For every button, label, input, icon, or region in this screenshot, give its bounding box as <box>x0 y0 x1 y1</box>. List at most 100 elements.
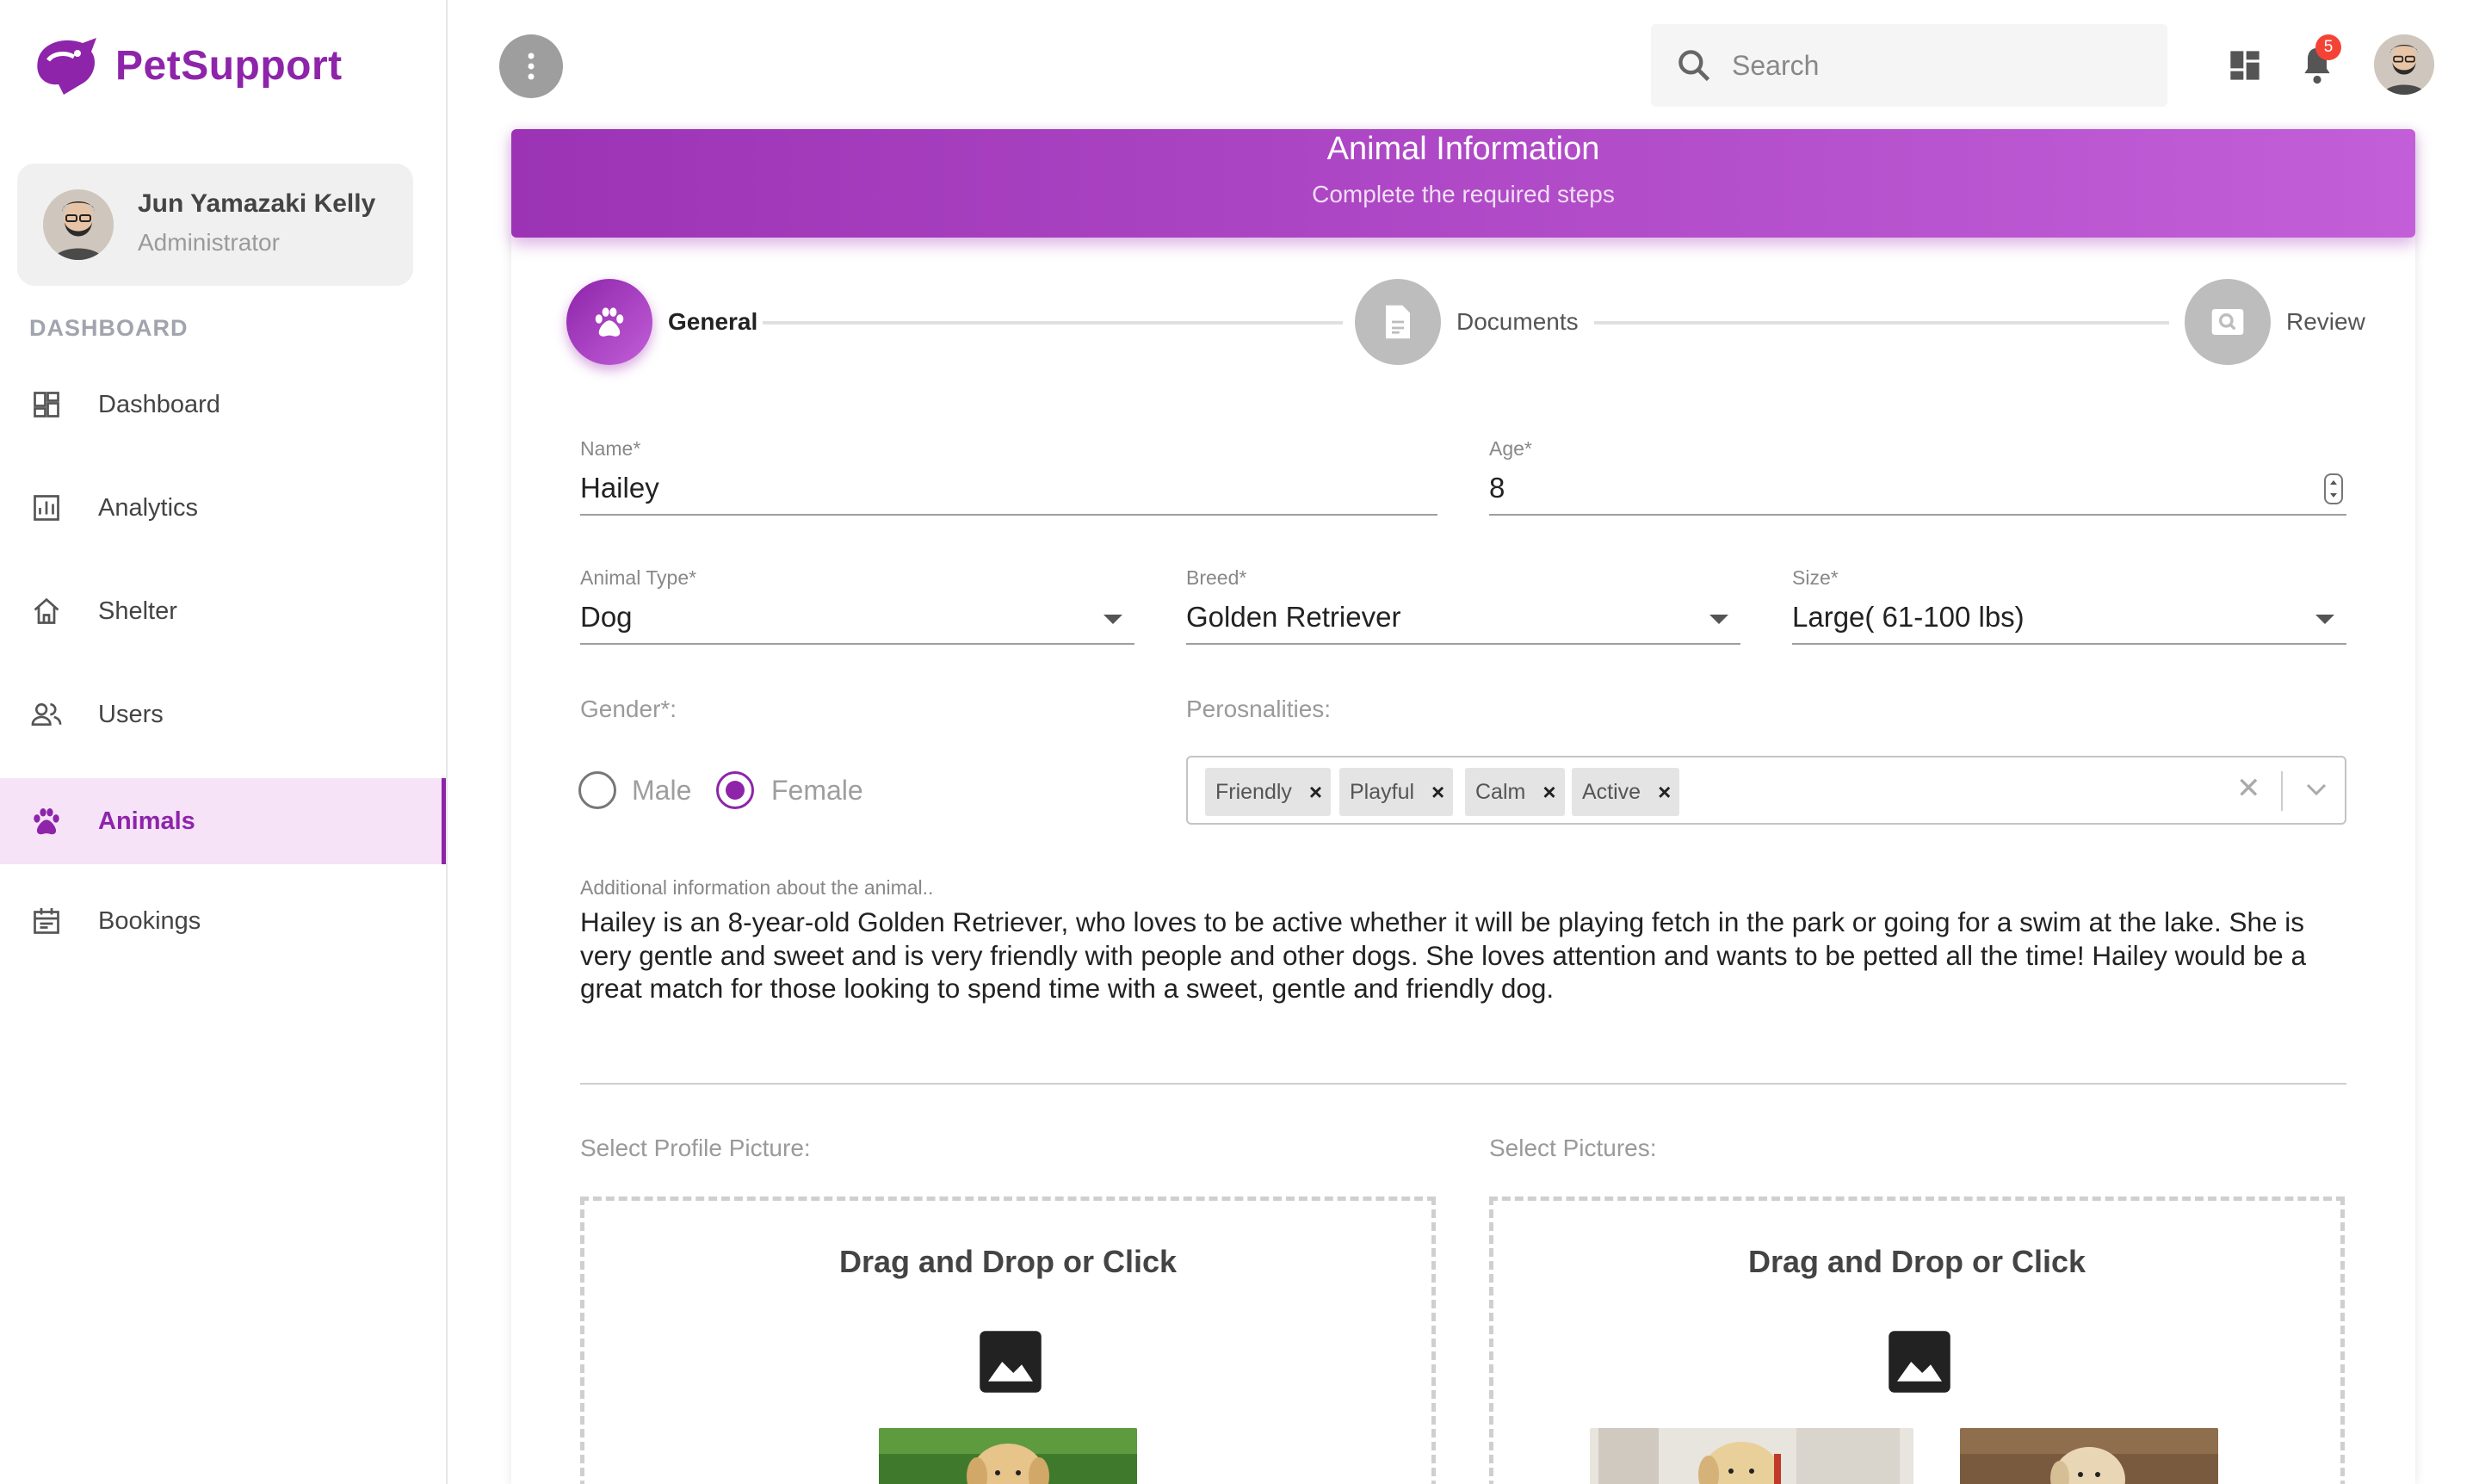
chip-label: Active <box>1582 779 1641 804</box>
dropzone-text: Drag and Drop or Click <box>1747 1244 2086 1279</box>
notification-badge: 5 <box>2315 34 2341 60</box>
gender-female-label[interactable]: Female <box>771 775 863 807</box>
topbar: 5 <box>449 0 2479 129</box>
stepper-connector <box>763 321 1343 325</box>
gender-label: Gender*: <box>580 696 677 722</box>
gender-male-radio[interactable] <box>578 771 616 809</box>
clear-icon[interactable]: ✕ <box>2236 771 2261 806</box>
description-label: Additional information about the animal.… <box>580 876 934 899</box>
home-icon <box>29 594 64 628</box>
dog-photo-icon <box>1590 1428 1913 1484</box>
avatar <box>43 189 114 260</box>
multiselect-separator <box>2281 771 2283 811</box>
personalities-multiselect[interactable]: Friendly × Playful × Calm × Active × ✕ <box>1186 756 2346 825</box>
sidebar: PetSupport Jun Yamazaki Kelly Administra… <box>0 0 448 1484</box>
sidebar-item-label: Users <box>98 700 164 728</box>
brand[interactable]: PetSupport <box>29 34 343 96</box>
sidebar-section-label: DASHBOARD <box>29 315 189 341</box>
profile-picture-label: Select Profile Picture: <box>580 1135 811 1161</box>
sidebar-item-analytics[interactable]: Analytics <box>0 465 446 551</box>
chevron-down-icon[interactable] <box>2303 776 2329 802</box>
chevron-down-icon[interactable] <box>1709 615 1728 624</box>
step-circle <box>2185 279 2271 365</box>
sidebar-item-dashboard[interactable]: Dashboard <box>0 362 446 448</box>
chip-friendly: Friendly × <box>1205 768 1332 816</box>
step-circle <box>1355 279 1441 365</box>
brand-name: PetSupport <box>115 42 343 89</box>
personalities-label: Perosnalities: <box>1186 696 1332 722</box>
user-name: Jun Yamazaki Kelly <box>138 189 376 218</box>
step-general[interactable]: General <box>566 279 757 365</box>
profile-picture-dropzone[interactable]: Drag and Drop or Click <box>580 1196 1436 1484</box>
name-label: Name* <box>580 437 641 460</box>
gender-female-radio[interactable] <box>716 771 754 809</box>
dog-photo-icon <box>1960 1428 2218 1484</box>
chevron-down-icon[interactable] <box>1103 615 1122 624</box>
profile-thumbnail[interactable] <box>879 1428 1137 1484</box>
chip-label: Playful <box>1350 779 1415 804</box>
sidebar-item-bookings[interactable]: Bookings <box>0 878 446 964</box>
pictures-label: Select Pictures: <box>1489 1135 1657 1161</box>
chip-remove-icon[interactable]: × <box>1542 779 1555 806</box>
user-role: Administrator <box>138 229 280 256</box>
chip-remove-icon[interactable]: × <box>1431 779 1444 806</box>
user-avatar-icon <box>43 189 114 260</box>
card-subtitle: Complete the required steps <box>1312 181 1615 207</box>
breed-select[interactable]: Golden Retriever <box>1186 601 1400 634</box>
user-avatar-icon <box>2374 34 2434 95</box>
breed-label: Breed* <box>1186 566 1247 589</box>
breed-underline <box>1186 643 1740 645</box>
step-label: Review <box>2286 308 2365 335</box>
sidebar-item-users[interactable]: Users <box>0 671 446 757</box>
section-divider <box>580 1083 2346 1085</box>
chip-playful: Playful × <box>1339 768 1454 816</box>
dropzone-text: Drag and Drop or Click <box>838 1244 1178 1279</box>
paw-icon <box>595 307 624 337</box>
card-header: Animal Information Complete the required… <box>511 129 2415 238</box>
name-underline <box>580 514 1437 516</box>
review-icon <box>2211 309 2244 335</box>
image-icon <box>980 1331 1042 1393</box>
age-field[interactable]: 8 <box>1489 472 1505 504</box>
paw-icon <box>29 804 64 838</box>
chip-label: Friendly <box>1215 779 1292 804</box>
age-stepper-icon[interactable] <box>2324 473 2343 504</box>
age-underline <box>1489 514 2346 516</box>
sidebar-item-label: Analytics <box>98 493 199 522</box>
step-circle <box>566 279 652 365</box>
age-label: Age* <box>1489 437 1532 460</box>
animal-type-select[interactable]: Dog <box>580 601 633 634</box>
picture-thumbnail[interactable] <box>1960 1428 2218 1484</box>
chip-remove-icon[interactable]: × <box>1658 779 1671 806</box>
dog-photo-icon <box>879 1428 1137 1484</box>
step-documents[interactable]: Documents <box>1355 279 1579 365</box>
sidebar-item-label: Bookings <box>98 906 201 935</box>
more-menu-button[interactable] <box>499 34 563 98</box>
chevron-down-icon[interactable] <box>2315 615 2334 624</box>
name-field[interactable]: Hailey <box>580 472 659 504</box>
animal-type-label: Animal Type* <box>580 566 697 589</box>
chip-remove-icon[interactable]: × <box>1309 779 1322 806</box>
picture-thumbnail[interactable] <box>1590 1428 1913 1484</box>
step-review[interactable]: Review <box>2185 279 2365 365</box>
sidebar-item-animals[interactable]: Animals <box>0 778 446 864</box>
pictures-dropzone[interactable]: Drag and Drop or Click <box>1489 1196 2345 1484</box>
user-card[interactable]: Jun Yamazaki Kelly Administrator <box>17 164 413 286</box>
description-textarea[interactable]: Hailey is an 8-year-old Golden Retriever… <box>580 906 2353 1005</box>
animal-type-underline <box>580 643 1134 645</box>
apps-grid-icon[interactable] <box>2228 48 2262 83</box>
step-label: Documents <box>1456 308 1579 335</box>
size-select[interactable]: Large( 61-100 lbs) <box>1792 601 2025 634</box>
sidebar-item-label: Shelter <box>98 597 177 625</box>
sidebar-item-label: Animals <box>98 807 195 835</box>
gender-male-label[interactable]: Male <box>632 775 691 807</box>
search-input[interactable] <box>1732 41 2145 90</box>
search-box[interactable] <box>1651 24 2167 107</box>
chip-calm: Calm × <box>1465 768 1565 816</box>
users-icon <box>29 697 64 732</box>
chip-label: Calm <box>1475 779 1526 804</box>
sidebar-item-shelter[interactable]: Shelter <box>0 568 446 654</box>
profile-avatar[interactable] <box>2374 34 2434 95</box>
size-label: Size* <box>1792 566 1839 589</box>
sidebar-item-label: Dashboard <box>98 390 220 418</box>
